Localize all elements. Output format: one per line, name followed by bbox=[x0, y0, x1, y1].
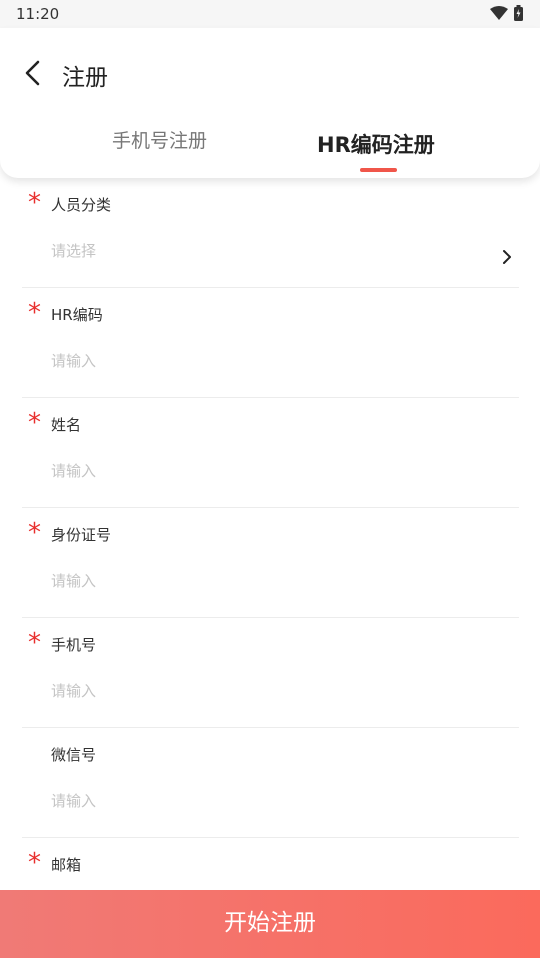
required-mark: * bbox=[28, 848, 41, 878]
tab-phone-register[interactable]: 手机号注册 bbox=[112, 126, 207, 153]
phone-input[interactable] bbox=[51, 682, 491, 700]
required-mark: * bbox=[28, 298, 41, 328]
register-form: * 人员分类 * HR编码 * 姓名 * 身份证号 * 手机号 微信号 * 邮箱 bbox=[22, 178, 519, 948]
field-hr-code: * HR编码 bbox=[22, 288, 519, 398]
start-register-button[interactable]: 开始注册 bbox=[0, 890, 540, 958]
status-bar: 11:20 bbox=[0, 0, 540, 28]
wifi-icon bbox=[490, 6, 508, 20]
field-label: 微信号 bbox=[51, 746, 97, 764]
field-label: 邮箱 bbox=[51, 856, 82, 874]
required-mark: * bbox=[28, 628, 41, 658]
field-id-number: * 身份证号 bbox=[22, 508, 519, 618]
tab-hr-code-register[interactable]: HR编码注册 bbox=[317, 129, 435, 159]
required-mark: * bbox=[28, 408, 41, 438]
hr-code-input[interactable] bbox=[51, 352, 491, 370]
id-number-input[interactable] bbox=[51, 572, 491, 590]
field-phone: * 手机号 bbox=[22, 618, 519, 728]
wechat-input[interactable] bbox=[51, 792, 491, 810]
required-mark: * bbox=[28, 518, 41, 548]
field-label: HR编码 bbox=[51, 306, 103, 324]
field-label: 姓名 bbox=[51, 416, 82, 434]
back-icon[interactable] bbox=[20, 58, 46, 88]
field-wechat: 微信号 bbox=[22, 728, 519, 838]
battery-icon bbox=[514, 5, 523, 21]
field-label: 人员分类 bbox=[51, 196, 112, 214]
header: 注册 手机号注册 HR编码注册 bbox=[0, 28, 540, 178]
chevron-right-icon[interactable] bbox=[501, 248, 513, 266]
page-title: 注册 bbox=[62, 65, 108, 91]
category-select[interactable] bbox=[51, 242, 491, 260]
status-time: 11:20 bbox=[16, 5, 60, 23]
field-label: 身份证号 bbox=[51, 526, 112, 544]
required-mark: * bbox=[28, 188, 41, 218]
active-tab-indicator bbox=[360, 168, 397, 172]
name-input[interactable] bbox=[51, 462, 491, 480]
field-label: 手机号 bbox=[51, 636, 97, 654]
field-category[interactable]: * 人员分类 bbox=[22, 178, 519, 288]
field-name: * 姓名 bbox=[22, 398, 519, 508]
